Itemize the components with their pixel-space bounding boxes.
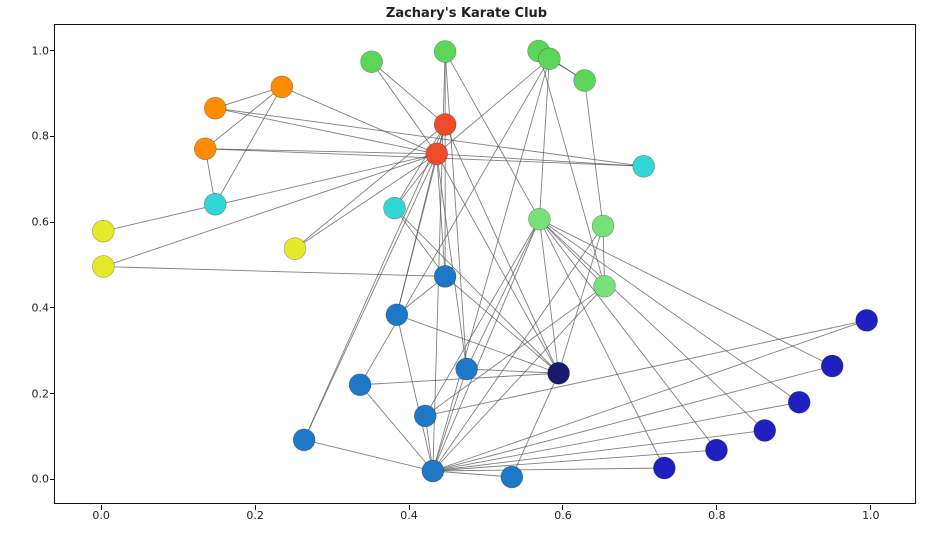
figure: Zachary's Karate Club 0.00.20.40.60.81.0… bbox=[0, 0, 933, 536]
node bbox=[349, 374, 371, 396]
edge bbox=[539, 219, 799, 402]
edge bbox=[103, 154, 436, 231]
edge bbox=[437, 154, 644, 166]
node bbox=[271, 76, 293, 98]
node bbox=[574, 70, 596, 92]
edge bbox=[103, 267, 445, 277]
edge bbox=[539, 219, 558, 373]
node bbox=[788, 391, 810, 413]
edge bbox=[397, 315, 433, 471]
x-tick-label: 0.2 bbox=[246, 509, 264, 522]
edge bbox=[539, 51, 605, 286]
edge bbox=[425, 219, 539, 416]
y-tick-mark bbox=[50, 479, 55, 480]
node bbox=[204, 193, 226, 215]
edge bbox=[372, 62, 446, 125]
node bbox=[386, 304, 408, 326]
x-tick-label: 0.4 bbox=[400, 509, 418, 522]
y-tick-label: 0.2 bbox=[9, 387, 49, 400]
y-tick-label: 0.8 bbox=[9, 130, 49, 143]
edge bbox=[295, 154, 437, 249]
node bbox=[856, 309, 878, 331]
node bbox=[384, 197, 406, 219]
node bbox=[434, 113, 456, 135]
x-tick-label: 0.6 bbox=[554, 509, 572, 522]
node bbox=[821, 355, 843, 377]
node bbox=[592, 215, 614, 237]
edge bbox=[304, 124, 445, 439]
node bbox=[434, 265, 456, 287]
edge bbox=[360, 385, 433, 471]
y-tick-mark bbox=[50, 393, 55, 394]
node bbox=[633, 155, 655, 177]
y-tick-mark bbox=[50, 50, 55, 51]
node bbox=[92, 220, 114, 242]
x-tick-label: 0.8 bbox=[708, 509, 726, 522]
node bbox=[414, 405, 436, 427]
node bbox=[361, 51, 383, 73]
edge bbox=[295, 124, 445, 248]
node bbox=[538, 48, 560, 70]
x-tick-label: 1.0 bbox=[862, 509, 880, 522]
node bbox=[706, 439, 728, 461]
edge bbox=[467, 219, 540, 369]
y-tick-mark bbox=[50, 136, 55, 137]
edge bbox=[467, 369, 559, 373]
nodes-group bbox=[92, 40, 877, 488]
edge bbox=[395, 208, 446, 276]
node bbox=[548, 362, 570, 384]
y-tick-label: 1.0 bbox=[9, 44, 49, 57]
node bbox=[194, 138, 216, 160]
edge bbox=[585, 80, 603, 226]
edge bbox=[437, 154, 559, 373]
node bbox=[434, 41, 456, 63]
edge bbox=[433, 471, 512, 477]
edge bbox=[304, 440, 433, 471]
node bbox=[754, 419, 776, 441]
y-tick-label: 0.0 bbox=[9, 473, 49, 486]
y-tick-label: 0.4 bbox=[9, 301, 49, 314]
node bbox=[426, 143, 448, 165]
axes-frame: 0.00.20.40.60.81.00.00.20.40.60.81.0 bbox=[54, 24, 916, 504]
edge bbox=[215, 108, 436, 154]
node bbox=[204, 97, 226, 119]
node bbox=[456, 358, 478, 380]
network-plot bbox=[55, 25, 915, 503]
edge bbox=[539, 219, 716, 450]
edge bbox=[437, 59, 550, 154]
node bbox=[284, 238, 306, 260]
chart-title: Zachary's Karate Club bbox=[0, 6, 933, 21]
y-tick-label: 0.6 bbox=[9, 216, 49, 229]
node bbox=[653, 457, 675, 479]
edge bbox=[445, 51, 466, 369]
node bbox=[92, 256, 114, 278]
edge bbox=[433, 369, 467, 471]
node bbox=[501, 466, 523, 488]
edge bbox=[433, 366, 832, 471]
node bbox=[293, 429, 315, 451]
x-tick-label: 0.0 bbox=[92, 509, 110, 522]
y-tick-mark bbox=[50, 307, 55, 308]
y-tick-mark bbox=[50, 222, 55, 223]
edge bbox=[539, 59, 549, 219]
node bbox=[422, 460, 444, 482]
edge bbox=[433, 402, 799, 471]
node bbox=[594, 275, 616, 297]
node bbox=[528, 208, 550, 230]
